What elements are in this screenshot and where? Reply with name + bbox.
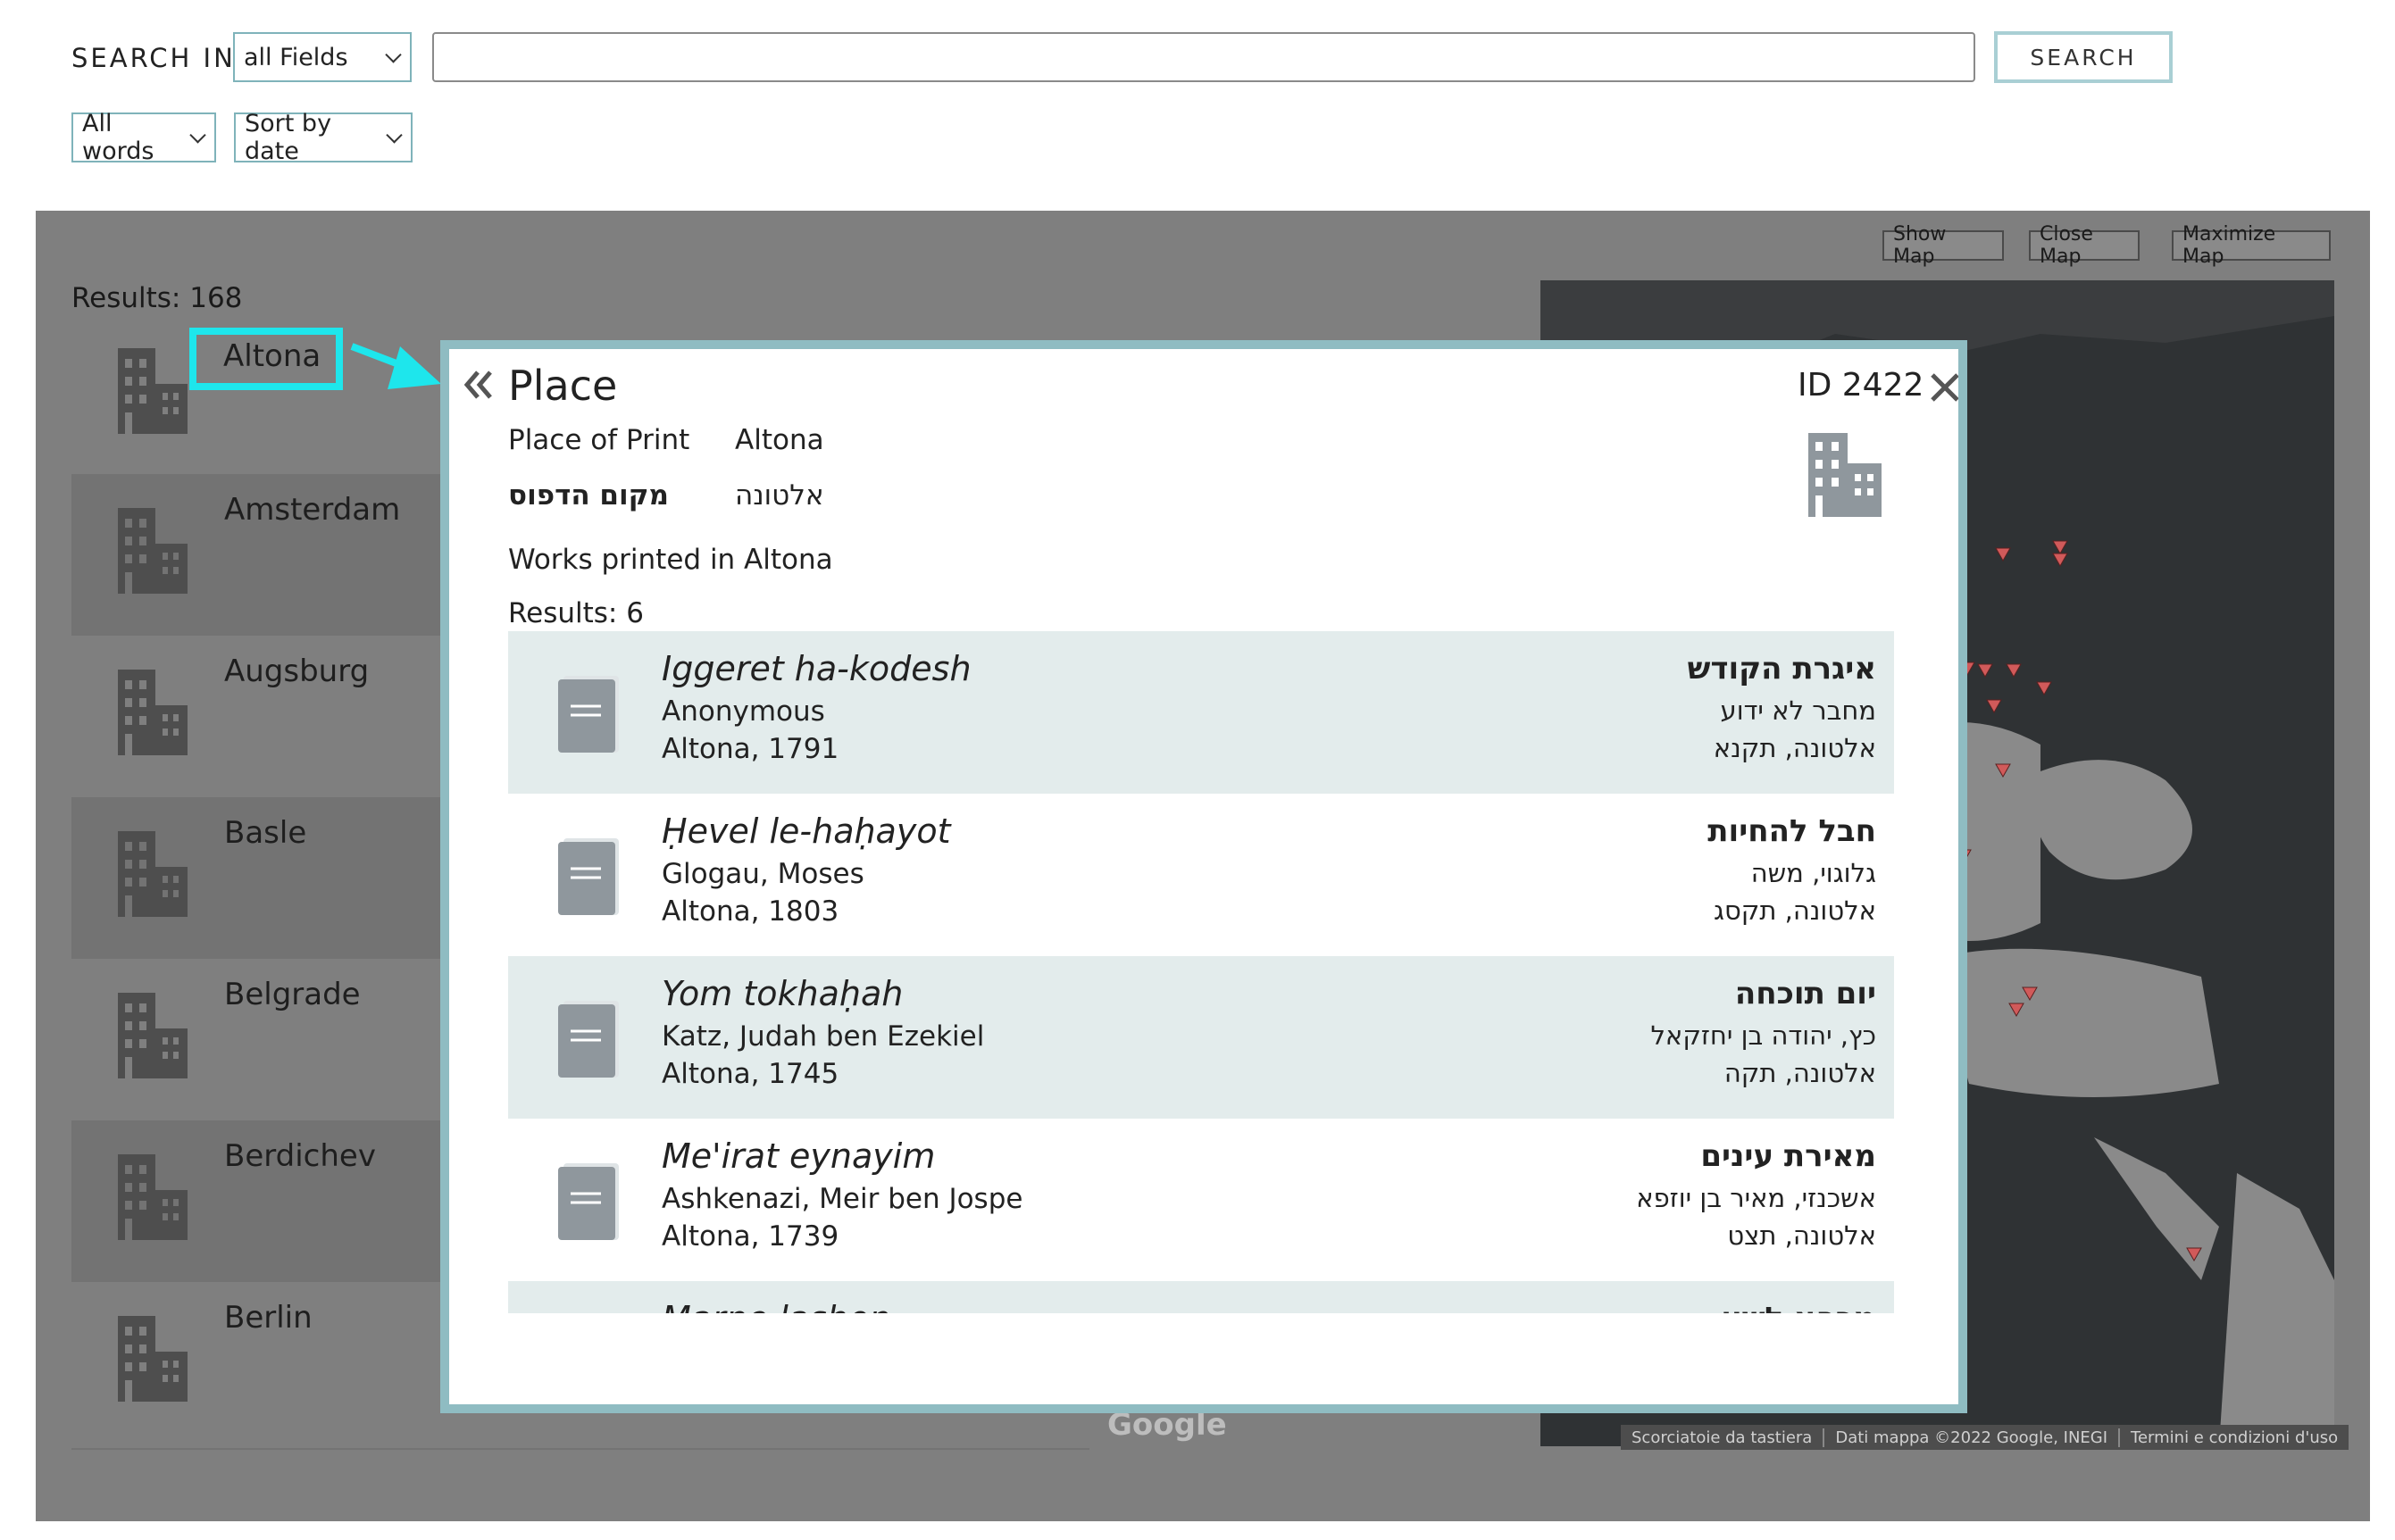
place-modal: Place ID 2422 Place of Print Altona מקום… [440,340,1967,1413]
search-in-label: SEARCH IN [71,43,236,73]
works-heading: Works printed in Altona [508,544,833,576]
work-row[interactable]: Iggeret ha-kodesh Anonymous Altona, 1791… [508,631,1894,794]
work-title[interactable]: Iggeret ha-kodesh [662,649,972,688]
work-author: Ashkenazi, Meir ben Jospe [662,1183,1023,1215]
work-hebrew-author: אשכנזי, מאיר בן יוזפא [1636,1183,1876,1213]
hebrew-place-label: מקום הדפוס [508,479,669,512]
close-icon[interactable] [1930,372,1960,403]
work-row[interactable]: Me'irat eynayim Ashkenazi, Meir ben Josp… [508,1119,1894,1281]
work-hebrew-imprint: אלטונה, תקסג [1714,895,1876,926]
record-id: ID 2422 [1798,367,1924,404]
work-author: Katz, Judah ben Ezekiel [662,1020,985,1053]
work-title[interactable]: Marpe lashon [662,1299,890,1313]
list-item[interactable]: Belgrade [71,959,446,1120]
highlighted-list-item[interactable]: Altona [189,328,343,390]
work-hebrew-title[interactable]: יום תוכחה [1735,976,1876,1011]
building-icon [1808,433,1882,517]
map-footer: Scorciatoie da tastiera Dati mappa ©2022… [1621,1425,2349,1450]
work-title[interactable]: Ḥevel le-haḥayot [662,812,950,851]
maximize-map-button[interactable]: Maximize Map [2172,223,2331,268]
work-hebrew-author: גלוגוי, משה [1750,858,1876,888]
chevron-down-icon [385,46,402,63]
building-icon [118,993,188,1078]
list-item[interactable]: Basle [71,797,446,959]
search-field-select[interactable]: all Fields [233,32,412,82]
list-item-name: Belgrade [224,977,361,1012]
search-input[interactable] [432,32,1975,82]
list-item[interactable]: Berdichev [71,1120,446,1282]
show-map-button[interactable]: Show Map [1882,223,2004,268]
map-footer-terms[interactable]: Termini e condizioni d'uso [2120,1428,2349,1447]
work-hebrew-title[interactable]: מרפא לשון [1721,1301,1876,1313]
work-hebrew-title[interactable]: איגרת הקודש [1688,651,1876,687]
search-field-select-value: all Fields [244,43,348,71]
words-mode-select-value: All words [82,110,154,165]
work-hebrew-author: כץ, יהודה בן יחזקאל [1650,1020,1876,1051]
book-icon [558,676,619,753]
work-author: Anonymous [662,695,825,728]
work-hebrew-title[interactable]: מאירת עינים [1700,1138,1876,1174]
search-button[interactable]: SEARCH [1994,31,2173,83]
sort-select-value: Sort by date [245,110,332,165]
work-row[interactable]: Ḥevel le-haḥayot Glogau, Moses Altona, 1… [508,794,1894,956]
book-icon [558,838,619,915]
work-hebrew-imprint: אלטונה, תצט [1727,1220,1876,1251]
chevron-down-icon [386,127,403,144]
list-item-name: Altona [223,338,321,374]
list-item[interactable]: Berlin [71,1282,446,1444]
work-imprint: Altona, 1739 [662,1220,839,1253]
close-map-button[interactable]: Close Map [2029,223,2140,268]
works-list[interactable]: Iggeret ha-kodesh Anonymous Altona, 1791… [508,631,1894,1313]
work-title[interactable]: Yom tokhaḥah [662,974,903,1013]
place-of-print-label: Place of Print [508,424,690,456]
sort-select[interactable]: Sort by date [234,110,413,165]
results-count: Results: 168 [71,282,243,314]
building-icon [118,348,188,434]
building-icon [118,508,188,594]
work-imprint: Altona, 1745 [662,1058,839,1090]
building-icon [118,1154,188,1240]
place-of-print-value: Altona [735,424,824,456]
list-item-name: Augsburg [224,653,370,689]
list-item-name: Berlin [224,1300,313,1336]
list-divider [71,1448,1089,1450]
work-row[interactable]: Yom tokhaḥah Katz, Judah ben Ezekiel Alt… [508,956,1894,1119]
work-hebrew-author: מחבר לא ידוע [1720,695,1876,726]
work-hebrew-title[interactable]: חבל להחיות [1707,813,1876,849]
modal-title: Place [508,362,618,410]
double-chevron-left-icon[interactable] [462,369,494,401]
list-item[interactable]: Augsburg [71,636,446,797]
map-footer-shortcuts[interactable]: Scorciatoie da tastiera [1621,1428,1825,1447]
map-footer-data: Dati mappa ©2022 Google, INEGI [1824,1428,2121,1447]
arrow-icon [350,343,441,389]
building-icon [118,670,188,755]
work-author: Glogau, Moses [662,858,864,890]
list-item-name: Amsterdam [224,492,401,528]
works-results-count: Results: 6 [508,597,644,629]
list-item-name: Berdichev [224,1138,376,1174]
building-icon [118,1316,188,1402]
hebrew-place-value: אלטונה [735,479,824,512]
chevron-down-icon [189,127,206,144]
list-item-name: Basle [224,815,307,851]
work-hebrew-imprint: אלטונה, תקה [1723,1058,1876,1088]
book-icon [558,1163,619,1240]
work-imprint: Altona, 1803 [662,895,839,928]
list-item[interactable]: Amsterdam [71,474,446,636]
work-hebrew-imprint: אלטונה, תקנא [1713,733,1876,763]
work-title[interactable]: Me'irat eynayim [662,1136,935,1176]
book-icon [558,1001,619,1078]
work-imprint: Altona, 1791 [662,733,839,765]
work-row[interactable]: Marpe lashon מרפא לשון [508,1281,1894,1313]
words-mode-select[interactable]: All words [71,110,216,165]
building-icon [118,831,188,917]
